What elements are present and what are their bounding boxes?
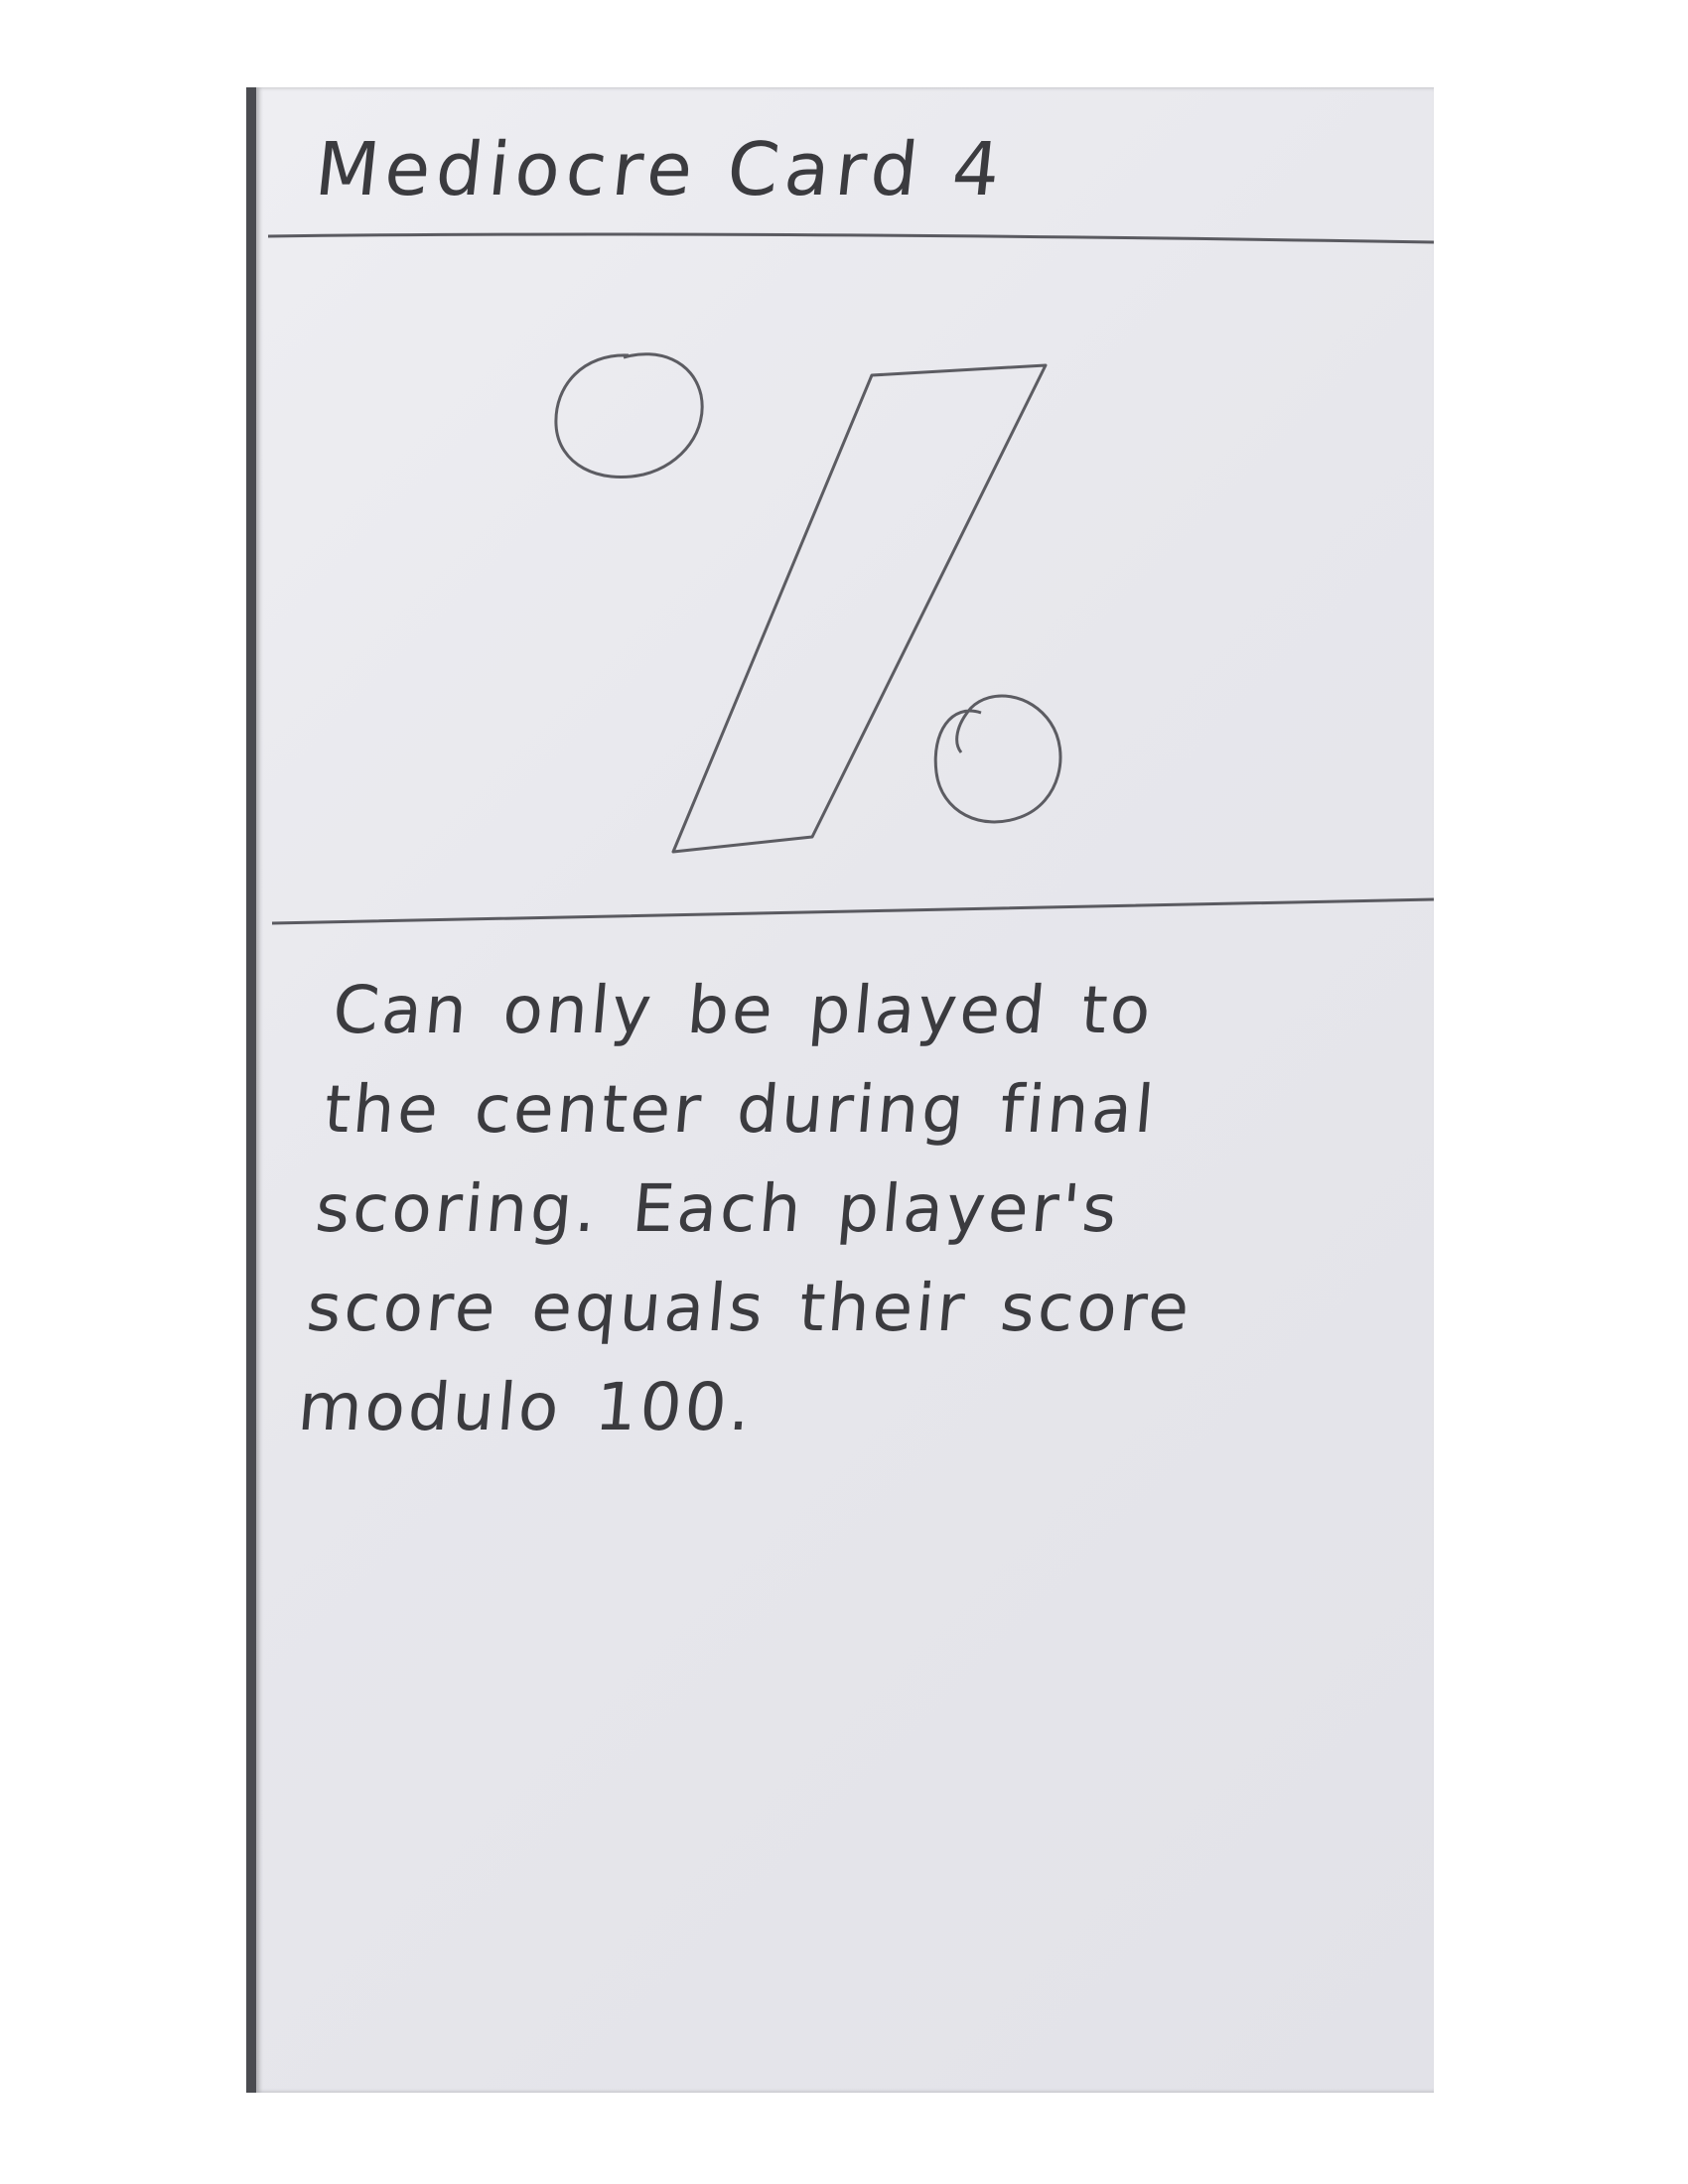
rules-line: the center during final [321, 1071, 1160, 1148]
card-rules-text: Can only be played to the center during … [294, 961, 1420, 1457]
percent-bottom-circle [933, 694, 1062, 824]
rules-line: score equals their score [303, 1270, 1196, 1346]
card-title: Mediocre Card 4 [311, 127, 1010, 212]
percent-top-circle [554, 352, 704, 479]
index-card: Mediocre Card 4 Can only be played to th… [256, 87, 1434, 2093]
percent-icon [554, 352, 1062, 854]
title-divider-line [267, 232, 1434, 244]
rules-line: modulo 100. [295, 1369, 757, 1445]
percent-slash [671, 363, 1048, 854]
rules-line: Can only be played to [330, 972, 1157, 1048]
rules-line: scoring. Each player's [312, 1170, 1123, 1247]
